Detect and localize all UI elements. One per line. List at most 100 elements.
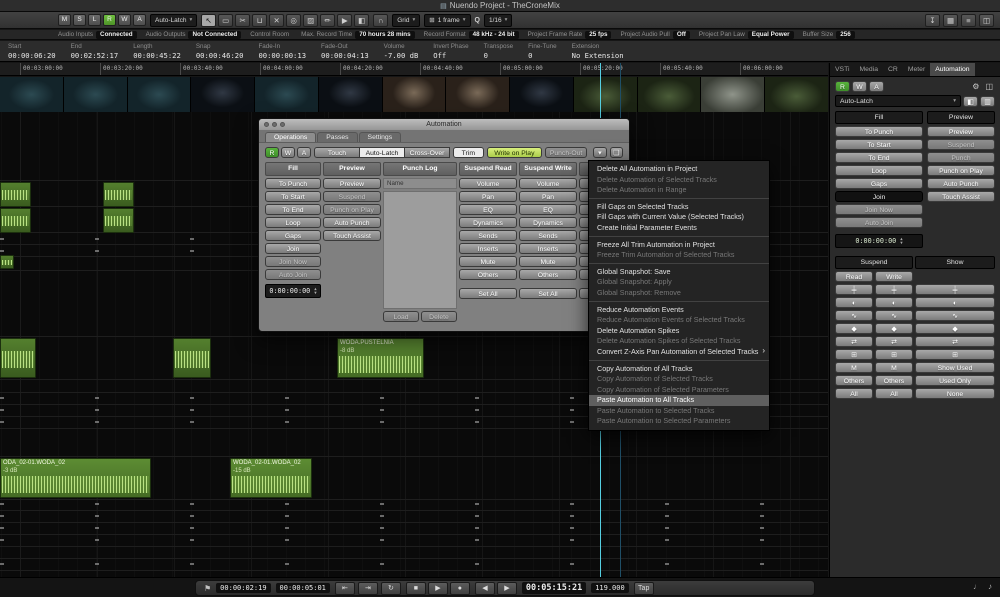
info-line-field[interactable]: Volume -7.00 dB [384,41,419,61]
suspend-write-toggle[interactable]: M [875,362,913,373]
range-selection-tool[interactable]: ▭ [218,14,233,27]
info-line-field[interactable]: End 00:02:52:17 [71,41,119,61]
functions-menu-button[interactable]: ▾ [593,147,606,158]
audio-clip[interactable] [103,182,134,207]
status-item[interactable]: Project Pan Law Equal Power [699,31,794,39]
snap-icon[interactable]: ∩ [373,14,388,27]
audio-clip[interactable] [0,255,14,269]
menu-item[interactable]: Copy Automation of Selected Parameters [589,385,769,396]
audio-clip[interactable] [0,338,36,378]
primary-time-display[interactable]: 00:05:15:21 [522,582,586,594]
erase-tool[interactable]: ✕ [269,14,284,27]
midi-activity-icon[interactable]: ♪ [988,582,992,591]
menu-item[interactable]: Reduce Automation Events [589,305,769,316]
suspend-read-button[interactable]: Set All [459,288,517,299]
suspend-write-button[interactable]: Set All [519,288,577,299]
suspend-read-toggle[interactable]: ◆ [835,323,873,334]
spinner-icon[interactable]: ▲▼ [900,237,902,244]
menu-item[interactable]: Copy Automation of All Tracks [589,364,769,375]
preview-button[interactable]: Punch [927,152,995,163]
zoom-icon[interactable] [280,122,285,127]
info-line-field[interactable]: Invert Phase Off [433,41,468,61]
menu-item[interactable]: Convert Z-Axis Pan Automation of Selecte… [589,347,769,361]
split-tool[interactable]: ✂ [235,14,250,27]
status-item[interactable]: Audio Outputs Not Connected [146,31,242,39]
status-item[interactable]: Control Room [250,31,292,38]
show-toggle[interactable]: Show Used [915,362,995,373]
status-item[interactable]: Record Format 48 kHz - 24 bit [424,31,519,39]
stop-button[interactable]: ■ [406,582,426,595]
fill-button[interactable]: Auto Join [265,269,321,280]
info-line-field[interactable]: Fine-Tune 0 [528,41,556,61]
show-toggle[interactable]: ╪ [915,284,995,295]
suspend-read-toggle[interactable]: M [835,362,873,373]
close-icon[interactable] [264,122,269,127]
audio-clip[interactable]: ODA_02-01.WODA_02 -3 dB [0,458,151,498]
fill-button[interactable]: Join Now [835,204,923,215]
color-tool[interactable]: ◧ [354,14,369,27]
suspend-read-button[interactable]: Others [459,269,517,280]
info-line-field[interactable]: Snap 00:00:46:20 [196,41,244,61]
audio-clip[interactable] [103,208,134,233]
show-toggle[interactable]: ◐ [915,297,995,308]
info-line-field[interactable]: Transpose 0 [484,41,514,61]
write-on-play-button[interactable]: Write on Play [487,147,542,158]
status-item[interactable]: Audio Inputs Connected [58,31,137,39]
suspend-write-toggle[interactable]: All [875,388,913,399]
copy-icon[interactable]: ❏ [610,147,623,158]
automation-panel-tab[interactable]: Operations [265,132,316,142]
fill-button[interactable]: Gaps [265,230,321,241]
suspend-write-button[interactable]: Inserts [519,243,577,254]
export-icon[interactable]: ↧ [925,14,940,27]
punch-out-button[interactable]: Punch-Out [545,147,587,158]
fill-button[interactable]: Loop [835,165,923,176]
suspend-write-button[interactable]: Sends [519,230,577,241]
automation-panel-tab[interactable]: Settings [359,132,402,142]
menu-item[interactable]: Delete Automation Spikes of Selected Tra… [589,336,769,347]
suspend-write-toggle[interactable]: ◐ [875,297,913,308]
punch-out-icon[interactable]: ⇥ [358,582,378,595]
suspend-read-toggle[interactable]: ◐ [835,297,873,308]
menu-item[interactable]: Paste Automation to All Tracks [589,395,769,406]
menu-item[interactable]: Global Snapshot: Remove [589,288,769,302]
right-zone-tab[interactable]: Automation [930,63,974,76]
tap-tempo-button[interactable]: Tap [634,582,654,595]
suspend-read-toggle[interactable]: ╪ [835,284,873,295]
automation-panel-window[interactable]: Automation OperationsPassesSettings RWA … [258,118,630,332]
fill-button[interactable]: Join [265,243,321,254]
menu-item[interactable]: Reduce Automation Events of Selected Tra… [589,315,769,326]
suspend-read-button[interactable]: Sends [459,230,517,241]
minimize-icon[interactable] [272,122,277,127]
automation-mode-select[interactable]: Auto-Latch ▾ [150,14,197,27]
automation-mode-button[interactable]: Cross-Over [404,147,450,158]
show-toggle[interactable]: ∿ [915,310,995,321]
suspend-write-button[interactable]: Others [519,269,577,280]
read-automation-button[interactable]: R [103,14,116,26]
menu-item[interactable]: Fill Gaps with Current Value (Selected T… [589,212,769,223]
fill-button[interactable]: To End [265,204,321,215]
write-column-button[interactable]: Write [875,271,913,282]
preview-button[interactable]: Touch Assist [927,191,995,202]
menu-item[interactable]: Copy Automation of Selected Tracks [589,374,769,385]
preview-button[interactable]: Auto Punch [323,217,381,228]
menu-item[interactable]: Freeze All Trim Automation in Project [589,240,769,251]
suspend-read-button[interactable]: EQ [459,204,517,215]
cycle-icon[interactable]: ↻ [381,582,401,595]
suspend-read-toggle[interactable]: Others [835,375,873,386]
quantize-select[interactable]: 1/16 ▾ [484,14,512,27]
marker-flag-icon[interactable]: ⚑ [204,584,211,593]
preview-button[interactable]: Touch Assist [323,230,381,241]
fill-button[interactable]: To End [835,152,923,163]
automation-rwa-button[interactable]: A [297,147,311,158]
nudge-right-icon[interactable]: ▶ [497,582,517,595]
preview-button[interactable]: Suspend [323,191,381,202]
suspend-write-toggle[interactable]: Others [875,375,913,386]
suspend-write-button[interactable]: Volume [519,178,577,189]
menu-item[interactable]: Delete Automation of Selected Tracks [589,175,769,186]
preview-button[interactable]: Preview [927,126,995,137]
setup-icon[interactable]: ≡ [961,14,976,27]
windows-icon[interactable]: ◫ [979,14,994,27]
right-zone-tab[interactable]: CR [883,63,903,76]
show-toggle[interactable]: ◆ [915,323,995,334]
info-line-field[interactable]: Length 00:00:45:22 [133,41,181,61]
